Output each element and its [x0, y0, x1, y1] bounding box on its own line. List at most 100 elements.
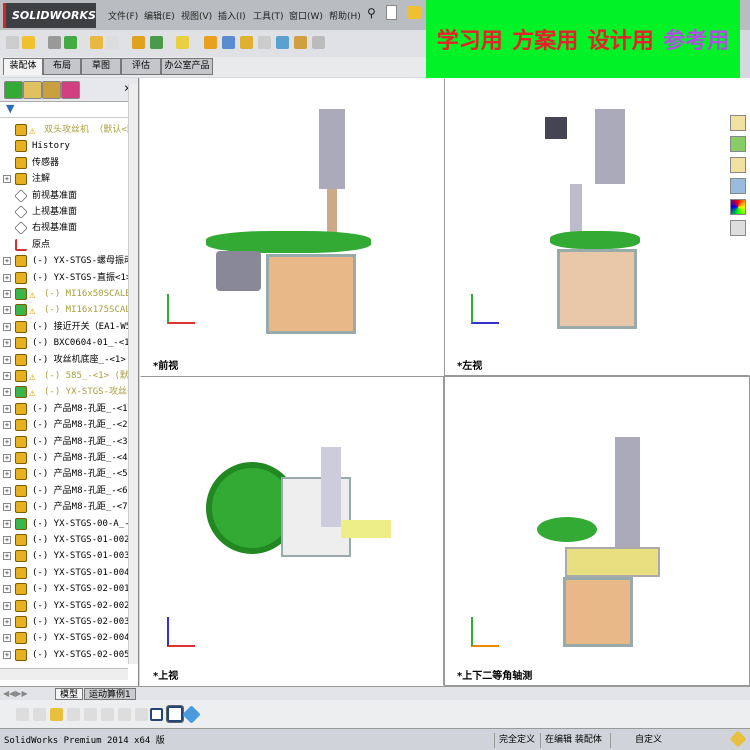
menu-tools[interactable]: 工具(T) [253, 9, 284, 22]
show-hidden-icon[interactable] [132, 36, 145, 49]
expand-icon[interactable]: + [3, 322, 11, 331]
expand-icon[interactable]: + [3, 388, 11, 397]
tree-item[interactable]: + (-) YX-STGS-01-003_-<1> [0, 548, 128, 564]
tab-office-products[interactable]: 办公室产品 [161, 58, 213, 75]
viewport-top[interactable]: *上视 [140, 376, 444, 686]
tree-item[interactable]: + (-) YX-STGS-螺母振动盘< [0, 253, 128, 269]
tree-item[interactable]: 前视基准面 [0, 188, 128, 204]
tree-horizontal-scrollbar[interactable] [0, 668, 128, 680]
expand-icon[interactable]: + [3, 503, 11, 512]
menu-file[interactable]: 文件(F) [108, 9, 138, 22]
expand-icon[interactable]: + [3, 601, 11, 610]
expand-icon[interactable]: + [3, 273, 11, 282]
solidworks-logo[interactable]: SOLIDWORKS [3, 3, 96, 28]
expand-icon[interactable]: + [3, 536, 11, 544]
bill-of-materials-icon[interactable] [222, 36, 235, 49]
tree-item[interactable]: + ⚠ (-) 585_-<1> (默认<< [0, 368, 128, 384]
tree-item[interactable]: + (-) 产品M8-孔距_-<4> ( [0, 450, 128, 466]
feature-manager-tab-icon[interactable] [4, 81, 23, 99]
units-selector[interactable]: 自定义 [610, 733, 700, 748]
view-icon-6[interactable] [101, 708, 114, 721]
take-snapshot-icon[interactable] [312, 36, 325, 49]
explode-line-icon[interactable] [258, 36, 271, 49]
tree-item[interactable]: 传感器 [0, 155, 128, 171]
tree-item[interactable]: + (-) 接近开关（EA1-W5B1N [0, 319, 128, 335]
menu-help[interactable]: 帮助(H) [329, 9, 361, 22]
exploded-view-icon[interactable] [240, 36, 253, 49]
tree-item[interactable]: + (-) YX-STGS-01-004_-<1> [0, 565, 128, 581]
expand-icon[interactable]: + [3, 437, 11, 446]
configuration-manager-tab-icon[interactable] [42, 81, 61, 99]
assembly-features-icon[interactable] [150, 36, 163, 49]
single-view-icon[interactable] [150, 708, 163, 721]
viewport-front[interactable]: *前视 [140, 78, 444, 376]
tree-item[interactable]: 原点 [0, 237, 128, 253]
tree-item[interactable]: + (-) 产品M8-孔距_-<7> ( [0, 499, 128, 515]
mate-icon[interactable] [48, 36, 61, 49]
smart-fastener-icon[interactable] [90, 36, 103, 49]
component-icon[interactable] [6, 36, 19, 49]
solidworks-resources-icon[interactable] [730, 115, 746, 131]
tree-item[interactable]: + (-) YX-STGS-02-004_-<1> [0, 630, 128, 646]
update-speedpak-icon[interactable] [294, 36, 307, 49]
expand-icon[interactable]: + [3, 634, 11, 643]
tree-item[interactable]: + (-) 产品M8-孔距_-<6> ( [0, 483, 128, 499]
view-icon-5[interactable] [84, 708, 97, 721]
tree-item[interactable]: ⚠ 双头攻丝机 （默认<默认_显 [0, 122, 128, 138]
tree-item[interactable]: + (-) 产品M8-孔距_-<1> ( [0, 401, 128, 417]
viewport-left[interactable]: *左视 [444, 78, 750, 376]
tree-item[interactable]: + ⚠ (-) MI16x50SCALB_0_4 [0, 286, 128, 302]
tree-item[interactable]: + (-) 产品M8-孔距_-<3> ( [0, 434, 128, 450]
tree-item[interactable]: + ⚠ (-) YX-STGS-攻丝头_- [0, 384, 128, 400]
tab-model[interactable]: 模型 [55, 688, 84, 700]
new-document-icon[interactable] [386, 5, 397, 20]
tree-vertical-scrollbar[interactable] [128, 84, 138, 664]
menu-view[interactable]: 视图(V) [181, 9, 212, 22]
view-icon-2[interactable] [33, 708, 46, 721]
expand-icon[interactable]: + [3, 552, 11, 561]
tree-item[interactable]: + (-) YX-STGS-02-003_-<1> [0, 614, 128, 630]
pattern-icon[interactable] [64, 36, 77, 49]
expand-icon[interactable]: + [3, 175, 11, 184]
view-icon-3[interactable] [50, 708, 63, 721]
tree-item[interactable]: + (-) 产品M8-孔距_-<5> ( [0, 466, 128, 482]
expand-icon[interactable]: + [3, 339, 11, 348]
expand-icon[interactable]: + [3, 568, 11, 577]
tree-item[interactable]: + 注解 [0, 171, 128, 187]
expand-icon[interactable]: + [3, 306, 11, 315]
tree-item[interactable]: + (-) YX-STGS-02-001_-<1> [0, 581, 128, 597]
expand-icon[interactable]: + [3, 421, 11, 430]
menu-window[interactable]: 窗口(W) [289, 9, 323, 22]
display-manager-tab-icon[interactable] [61, 81, 80, 99]
pin-icon[interactable]: ⚲ [367, 6, 376, 20]
tree-item[interactable]: + ⚠ (-) MI16x175SCALB_0_ [0, 302, 128, 318]
menu-insert[interactable]: 插入(I) [218, 9, 246, 22]
tree-item[interactable]: + (-) YX-STGS-直振<1> (默 [0, 270, 128, 286]
viewport-isometric[interactable]: *上下二等角轴测 [444, 376, 750, 686]
view-icon-1[interactable] [16, 708, 29, 721]
tab-layout[interactable]: 布局 [43, 58, 81, 75]
expand-icon[interactable]: + [3, 470, 11, 479]
instant3d-icon[interactable] [276, 36, 289, 49]
view-icon-8[interactable] [135, 708, 148, 721]
tree-item[interactable]: + (-) 产品M8-孔距_-<2> ( [0, 417, 128, 433]
expand-icon[interactable]: + [3, 585, 11, 594]
tab-evaluate[interactable]: 评估 [121, 58, 161, 75]
move-component-icon[interactable] [106, 36, 119, 49]
tree-item[interactable]: 上视基准面 [0, 204, 128, 220]
insert-component-icon[interactable] [22, 36, 35, 49]
expand-icon[interactable]: + [3, 454, 11, 462]
tab-motion-study[interactable]: 运动算例1 [84, 688, 136, 700]
expand-icon[interactable]: + [3, 618, 11, 626]
tree-item[interactable]: + (-) YX-STGS-00-A_-<1> ( [0, 516, 128, 532]
tree-item[interactable]: + (-) YX-STGS-01-002_-<1> [0, 532, 128, 548]
file-explorer-icon[interactable] [730, 157, 746, 173]
expand-icon[interactable]: + [3, 372, 11, 380]
expand-icon[interactable]: + [3, 486, 11, 495]
expand-icon[interactable]: + [3, 257, 11, 266]
tag-icon[interactable] [729, 730, 747, 748]
graphics-area[interactable]: *前视 *左视 *上视 *上下二等角轴测 [140, 78, 750, 686]
tree-item[interactable]: + (-) 攻丝机底座_-<1> (默 [0, 352, 128, 368]
tab-scroll-arrows-icon[interactable]: ◀◀▶▶ [3, 689, 28, 698]
tab-assembly[interactable]: 装配体 [3, 58, 43, 75]
